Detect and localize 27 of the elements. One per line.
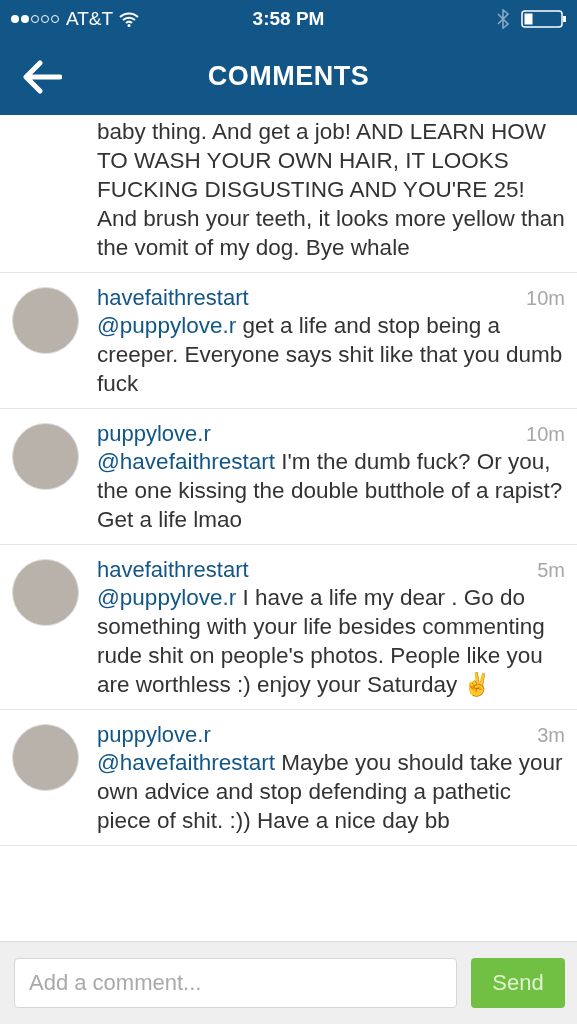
username-link[interactable]: puppylove.r: [97, 722, 211, 748]
mention-link[interactable]: @havefaithrestart: [97, 750, 275, 775]
comment-time: 10m: [526, 287, 565, 310]
back-arrow-icon: [22, 59, 62, 94]
signal-icon: [10, 14, 60, 24]
comment-time: 5m: [537, 559, 565, 582]
comment-time: 3m: [537, 724, 565, 747]
username-link[interactable]: puppylove.r: [97, 421, 211, 447]
battery-icon: [521, 9, 567, 29]
comment-input-field[interactable]: Add a comment...: [14, 958, 457, 1008]
comment-text: @puppylove.r I have a life my dear . Go do something with your life besides commenting rude shit on people's photos. People like you are worthless :) enjoy your Saturday ✌: [97, 584, 546, 699]
mention-link[interactable]: @puppylove.r: [97, 585, 237, 610]
comment-text: @havefaithrestart Maybe you should take your own advice and stop defending a pathetic piece of shit. :)) Have a nice day bb: [97, 749, 564, 835]
status-time: 3:58 PM: [252, 8, 325, 30]
comment-text: @puppylove.r get a life and stop being a creeper. Everyone says shit like that you dumb fuck: [97, 312, 564, 398]
screen-title: COMMENTS: [207, 61, 370, 91]
mention-link[interactable]: @puppylove.r: [97, 313, 237, 338]
back-button[interactable]: [22, 59, 62, 94]
wifi-icon: [119, 11, 140, 27]
comment-time: 10m: [526, 423, 565, 446]
username-link[interactable]: havefaithrestart: [97, 557, 249, 583]
carrier-name: AT&T: [66, 8, 114, 30]
comment-text: @havefaithrestart I'm the dumb fuck? Or you, the one kissing the double butthole of a rapist? Get a life lmao: [97, 448, 564, 534]
username-link[interactable]: havefaithrestart: [97, 285, 249, 311]
mention-link[interactable]: @havefaithrestart: [97, 449, 275, 474]
comment-text: baby thing. And get a job! AND LEARN HOW TO WASH YOUR OWN HAIR, IT LOOKS FUCKING DISGUSTING AND YOU'RE 25! And brush your teeth, it looks more yellow than the vomit of my dog. Bye whale: [97, 118, 565, 262]
bluetooth-icon: [497, 9, 509, 29]
